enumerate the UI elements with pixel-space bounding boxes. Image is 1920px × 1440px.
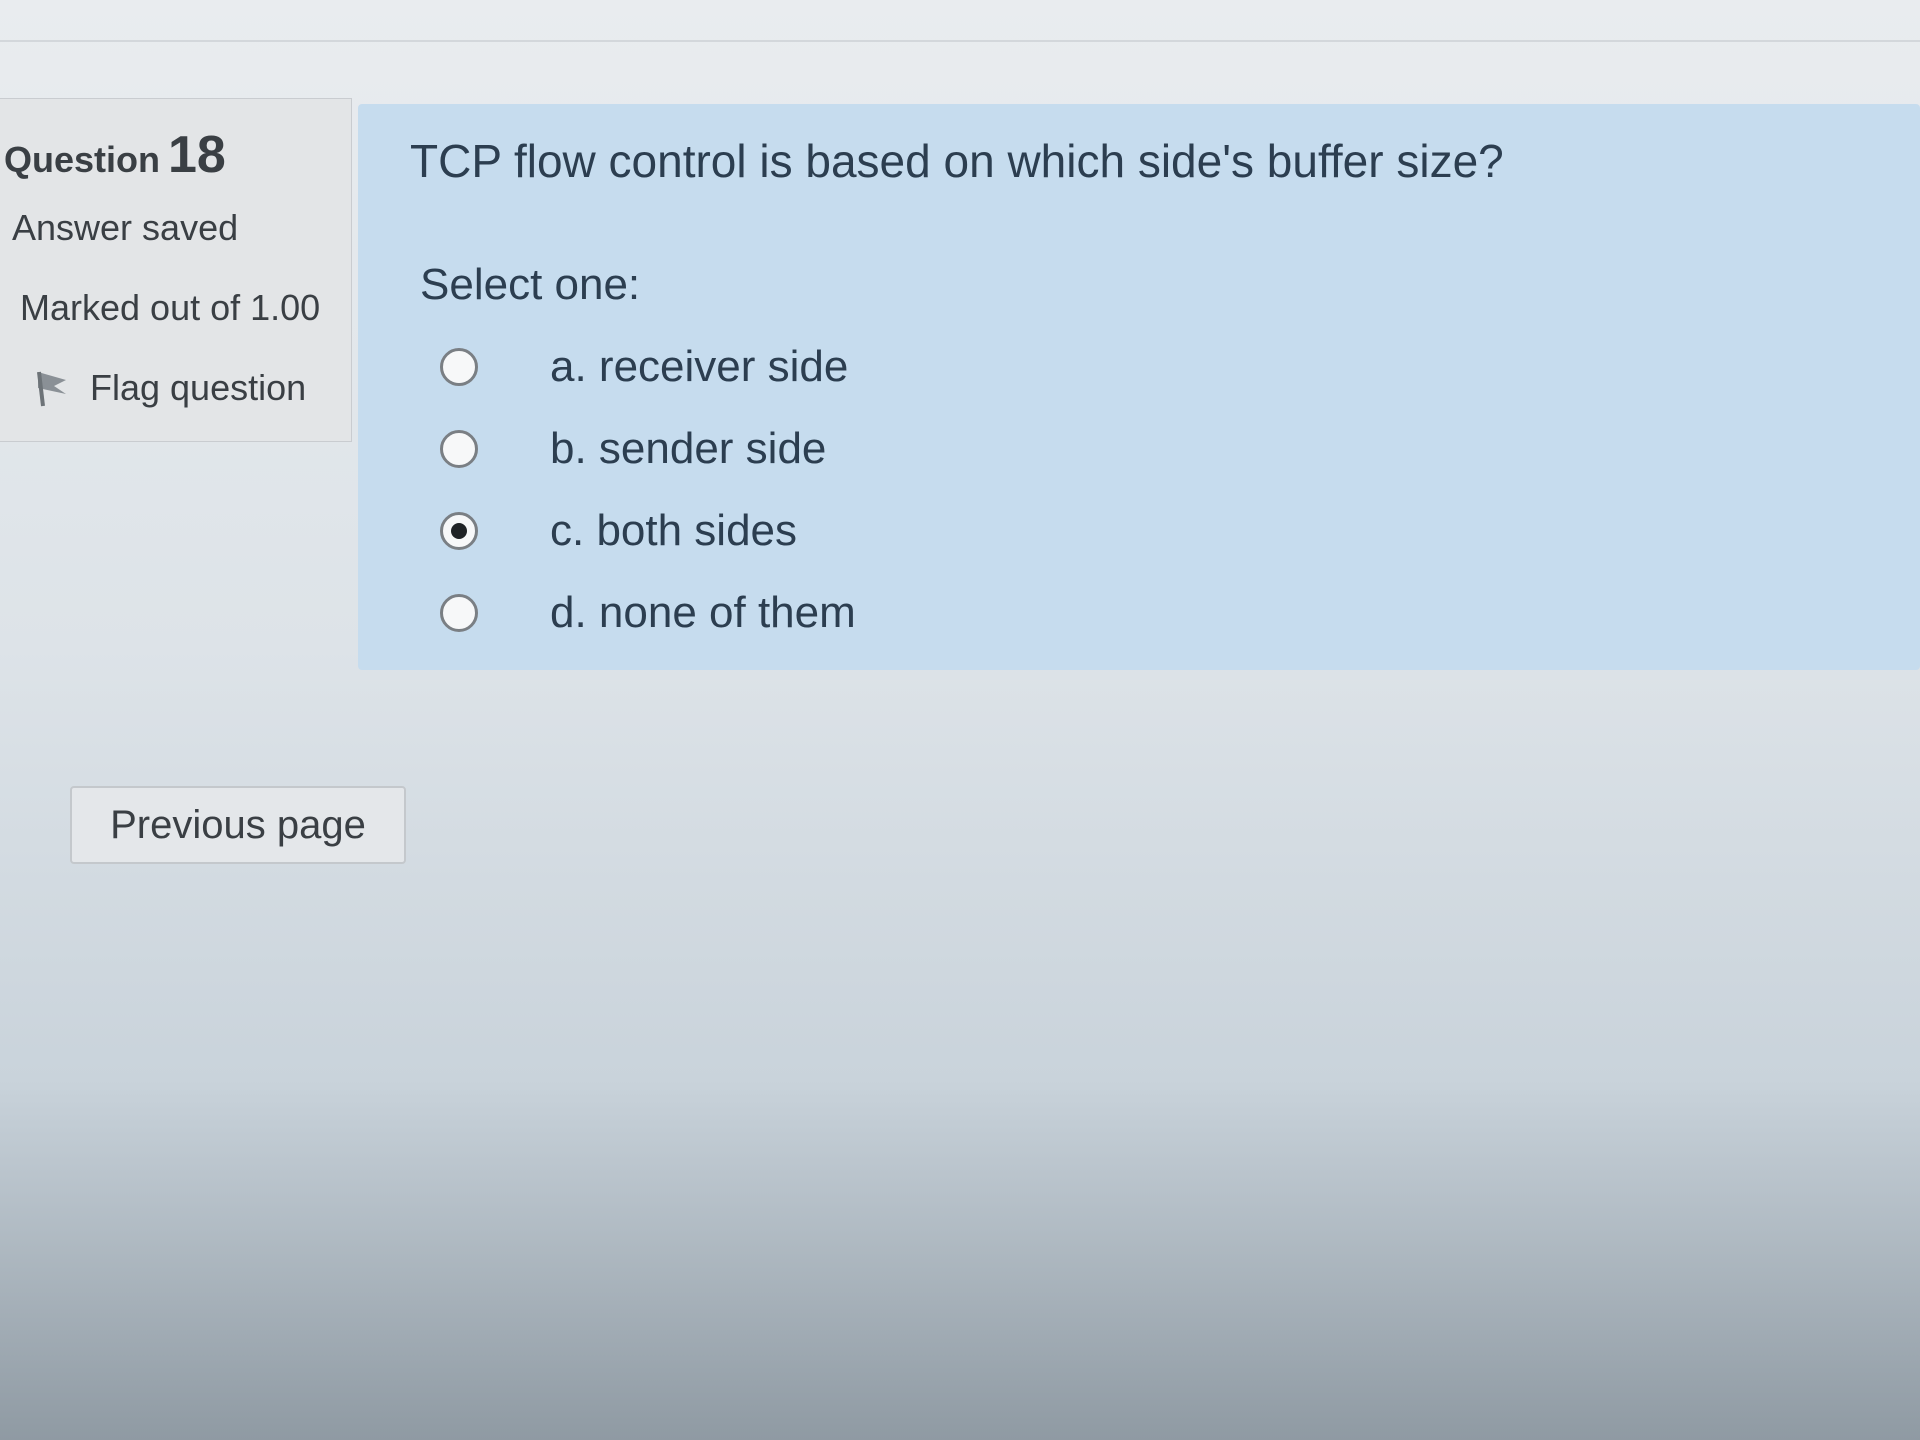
top-divider (0, 40, 1920, 42)
answer-option-label: a. receiver side (550, 342, 849, 391)
question-text: TCP flow control is based on which side'… (410, 135, 1504, 187)
answer-option-b[interactable]: b. sender side (440, 424, 826, 474)
answer-option-a[interactable]: a. receiver side (440, 342, 848, 392)
question-info-panel: Question 18 Answer saved Marked out of 1.… (0, 98, 352, 442)
flag-icon (37, 371, 66, 407)
question-state: Answer saved (12, 207, 239, 248)
answer-option-d[interactable]: d. none of them (440, 588, 856, 638)
flag-question-link[interactable]: Flag question (32, 367, 306, 409)
radio-button-c[interactable] (440, 512, 478, 550)
radio-button-a[interactable] (440, 348, 478, 386)
answer-option-label: c. both sides (550, 506, 798, 555)
question-heading: Question 18 (4, 125, 226, 185)
answer-prompt: Select one: (420, 260, 641, 309)
radio-button-d[interactable] (440, 594, 478, 632)
radio-button-b[interactable] (440, 430, 478, 468)
question-number: 18 (168, 126, 226, 184)
question-content-panel: TCP flow control is based on which side'… (358, 104, 1920, 670)
answer-option-c[interactable]: c. both sides (440, 506, 797, 556)
flag-question-label: Flag question (90, 367, 307, 408)
answer-option-label: b. sender side (550, 424, 827, 473)
answer-option-label: d. none of them (550, 588, 856, 637)
question-grade: Marked out of 1.00 (20, 287, 321, 328)
question-heading-label: Question (4, 139, 161, 180)
previous-page-button[interactable]: Previous page (70, 786, 406, 864)
